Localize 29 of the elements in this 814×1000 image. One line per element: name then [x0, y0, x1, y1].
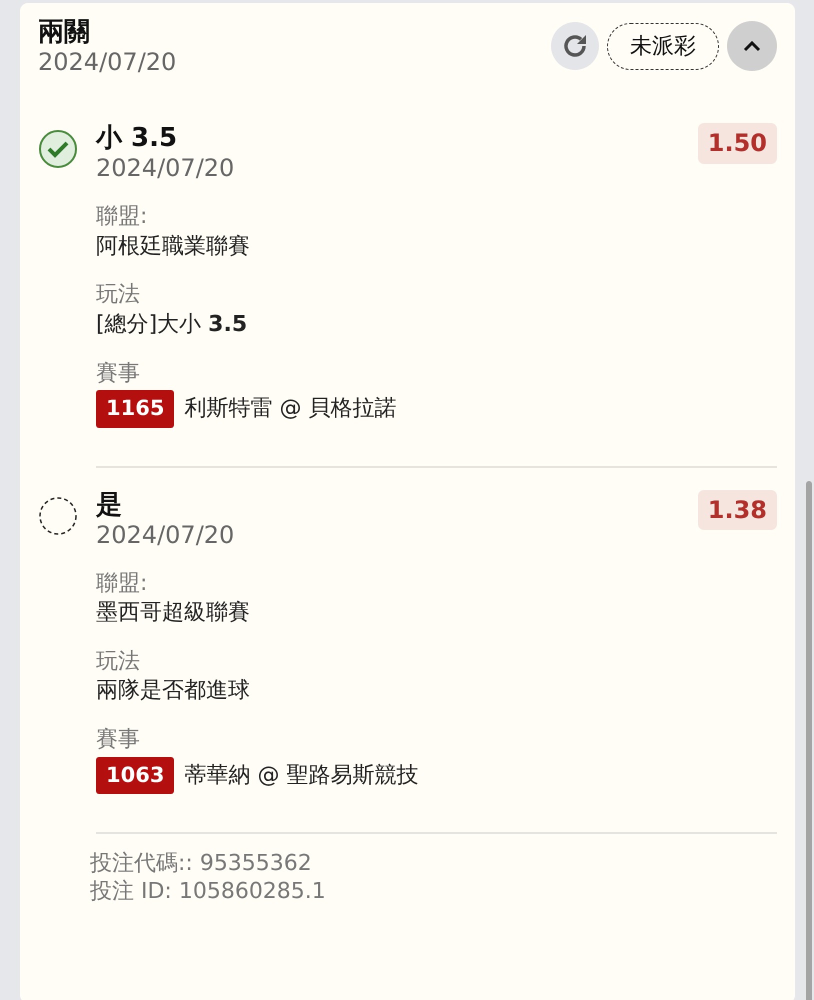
selection-title: 是 [96, 490, 123, 521]
league-name: 阿根廷職業聯賽 [96, 232, 251, 261]
event-label: 賽事 [96, 360, 141, 388]
odds-badge: 1.50 [698, 122, 777, 164]
status-button[interactable]: 未派彩 [607, 22, 719, 70]
bet-id: 投注 ID: 105860285.1 [90, 878, 327, 906]
market-name: [總分]大小 3.5 [96, 310, 248, 339]
market-label: 玩法 [96, 648, 141, 676]
event-teams: 利斯特雷 @ 貝格拉諾 [184, 395, 396, 424]
league-name: 墨西哥超級聯賽 [96, 599, 251, 628]
event-code-badge: 1063 [96, 756, 174, 794]
leg-date: 2024/07/20 [96, 520, 234, 550]
bet-date: 2024/07/20 [38, 48, 176, 77]
event-label: 賽事 [96, 726, 141, 754]
collapse-button[interactable] [727, 21, 777, 71]
selection-title: 小 3.5 [96, 122, 178, 154]
odds-badge: 1.38 [698, 490, 777, 530]
league-label: 聯盟: [96, 202, 148, 231]
bet-code: 投注代碼:: 95355362 [90, 850, 313, 878]
event-teams: 蒂華納 @ 聖路易斯競技 [184, 762, 418, 790]
market-name: 兩隊是否都進球 [96, 677, 251, 706]
scrollbar[interactable] [806, 481, 812, 1000]
league-label: 聯盟: [96, 570, 148, 598]
event-code-badge: 1165 [96, 390, 174, 428]
leg-date: 2024/07/20 [96, 154, 234, 183]
refresh-button[interactable] [551, 22, 599, 70]
chevron-up-icon [742, 39, 762, 53]
market-label: 玩法 [96, 281, 141, 310]
bet-type-title: 兩關 [38, 17, 91, 48]
